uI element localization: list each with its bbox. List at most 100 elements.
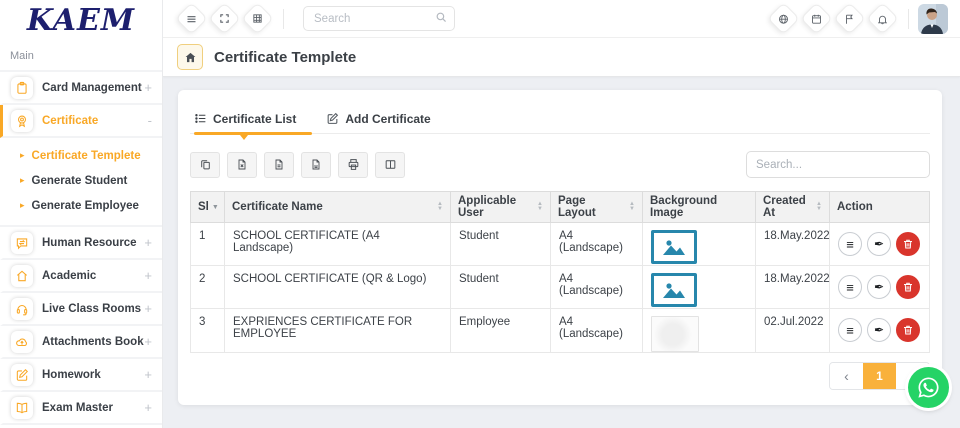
sort-icon: ▲▼: [816, 202, 822, 212]
page-title: Certificate Templete: [214, 49, 356, 66]
cell-certificate-name: EXPRIENCES CERTIFICATE FOR EMPLOYEE: [225, 309, 451, 353]
calendar-button[interactable]: [800, 2, 833, 35]
expand-toggle: +: [144, 301, 152, 316]
table-header-row: Sl▼ Certificate Name▲▼ Applicable User▲▼…: [191, 192, 930, 223]
sidebar-item-label: Academic: [42, 270, 96, 282]
file-pdf-icon: [310, 158, 322, 171]
cell-action: ≡ ✒: [830, 223, 930, 266]
row-delete-button[interactable]: [896, 275, 920, 299]
sort-icon: ▲▼: [437, 202, 443, 212]
collapse-toggle: -: [148, 113, 152, 128]
cell-created-at: 02.Jul.2022: [756, 309, 830, 353]
sidebar-item-attachments-book[interactable]: Attachments Book +: [0, 326, 162, 359]
print-button[interactable]: [338, 152, 368, 178]
row-edit-button[interactable]: ✒: [867, 318, 891, 342]
certificate-card: Certificate List Add Certificate: [178, 90, 942, 405]
cell-applicable-user: Student: [451, 223, 551, 266]
global-search-input[interactable]: [303, 6, 455, 31]
cell-certificate-name: SCHOOL CERTIFICATE (QR & Logo): [225, 266, 451, 309]
row-details-button[interactable]: ≡: [838, 275, 862, 299]
tab-certificate-list[interactable]: Certificate List: [194, 104, 296, 133]
divider: [283, 9, 284, 29]
menu-toggle-button[interactable]: [175, 2, 208, 35]
pagination-page-1[interactable]: 1: [863, 363, 896, 389]
report-flag-button[interactable]: [833, 2, 866, 35]
row-edit-button[interactable]: ✒: [867, 232, 891, 256]
column-header-applicable-user[interactable]: Applicable User▲▼: [451, 192, 551, 223]
pagination: ‹ 1 ›: [190, 362, 930, 390]
column-header-created-at[interactable]: Created At▲▼: [756, 192, 830, 223]
row-delete-button[interactable]: [896, 318, 920, 342]
sidebar-item-exam-master[interactable]: Exam Master +: [0, 392, 162, 425]
row-details-button[interactable]: ≡: [838, 318, 862, 342]
columns-icon: [384, 158, 397, 171]
user-avatar[interactable]: [918, 4, 948, 34]
whatsapp-button[interactable]: [908, 367, 949, 408]
sidebar-item-certificate[interactable]: Certificate -: [0, 105, 162, 138]
table-search-input[interactable]: [746, 151, 930, 178]
image-thumbnail-icon: [651, 273, 697, 307]
menu-icon: [186, 13, 198, 25]
fullscreen-button[interactable]: [208, 2, 241, 35]
column-header-action[interactable]: Action: [830, 192, 930, 223]
export-csv-button[interactable]: [264, 152, 294, 178]
cell-certificate-name: SCHOOL CERTIFICATE (A4 Landscape): [225, 223, 451, 266]
cell-action: ≡ ✒: [830, 266, 930, 309]
sidebar-item-human-resource[interactable]: Human Resource +: [0, 227, 162, 260]
breadcrumb-bar: Certificate Templete: [163, 38, 960, 77]
sidebar-item-live-class-rooms[interactable]: Live Class Rooms +: [0, 293, 162, 326]
sidebar-item-label: Homework: [42, 369, 101, 381]
sidebar-item-label: Human Resource: [42, 237, 137, 249]
column-header-certificate-name[interactable]: Certificate Name▲▼: [225, 192, 451, 223]
expand-toggle: +: [144, 367, 152, 382]
whatsapp-icon: [917, 376, 940, 399]
copy-button[interactable]: [190, 152, 220, 178]
sidebar-section-label: Main: [10, 50, 162, 62]
print-icon: [347, 158, 360, 171]
tab-add-certificate[interactable]: Add Certificate: [326, 104, 430, 133]
sidebar-subitem-generate-student[interactable]: ▸ Generate Student: [0, 168, 162, 193]
cell-applicable-user: Student: [451, 266, 551, 309]
language-button[interactable]: [767, 2, 800, 35]
export-pdf-button[interactable]: [301, 152, 331, 178]
content-area: Certificate List Add Certificate: [163, 77, 960, 428]
brand-logo[interactable]: KAEM: [0, 0, 162, 38]
notifications-button[interactable]: [866, 2, 899, 35]
pencil-square-icon: [11, 364, 33, 386]
row-details-button[interactable]: ≡: [838, 232, 862, 256]
sidebar: KAEM Main Card Management + Certificate …: [0, 0, 163, 428]
headset-icon: [11, 298, 33, 320]
cell-page-layout: A4 (Landscape): [551, 309, 643, 353]
file-excel-icon: [236, 158, 248, 171]
home-button[interactable]: [177, 44, 203, 70]
column-header-background-image[interactable]: Background Image: [643, 192, 756, 223]
table-row: 2 SCHOOL CERTIFICATE (QR & Logo) Student…: [191, 266, 930, 309]
row-edit-button[interactable]: ✒: [867, 275, 891, 299]
sidebar-subitem-certificate-templete[interactable]: ▸ Certificate Templete: [0, 143, 162, 168]
trash-icon: [902, 238, 914, 250]
export-excel-button[interactable]: [227, 152, 257, 178]
sidebar-item-label: Attachments Book: [42, 336, 144, 348]
open-book-icon: [11, 397, 33, 419]
apps-grid-button[interactable]: [241, 2, 274, 35]
globe-icon: [778, 13, 790, 25]
sidebar-item-homework[interactable]: Homework +: [0, 359, 162, 392]
tabs-row: Certificate List Add Certificate: [190, 90, 930, 134]
home-icon: [184, 51, 197, 64]
trash-icon: [902, 281, 914, 293]
divider: [908, 9, 909, 29]
cell-background-image: [643, 266, 756, 309]
column-header-page-layout[interactable]: Page Layout▲▼: [551, 192, 643, 223]
cell-action: ≡ ✒: [830, 309, 930, 353]
column-visibility-button[interactable]: [375, 152, 405, 178]
pagination-prev-button[interactable]: ‹: [830, 363, 863, 389]
cell-page-layout: A4 (Landscape): [551, 223, 643, 266]
column-header-sl[interactable]: Sl▼: [191, 192, 225, 223]
sidebar-item-label: Live Class Rooms: [42, 303, 141, 315]
sort-icon: ▲▼: [629, 202, 635, 212]
pen-icon: ✒: [874, 323, 884, 337]
sidebar-item-academic[interactable]: Academic +: [0, 260, 162, 293]
sidebar-subitem-generate-employee[interactable]: ▸ Generate Employee: [0, 193, 162, 218]
row-delete-button[interactable]: [896, 232, 920, 256]
sidebar-item-card-management[interactable]: Card Management +: [0, 72, 162, 105]
